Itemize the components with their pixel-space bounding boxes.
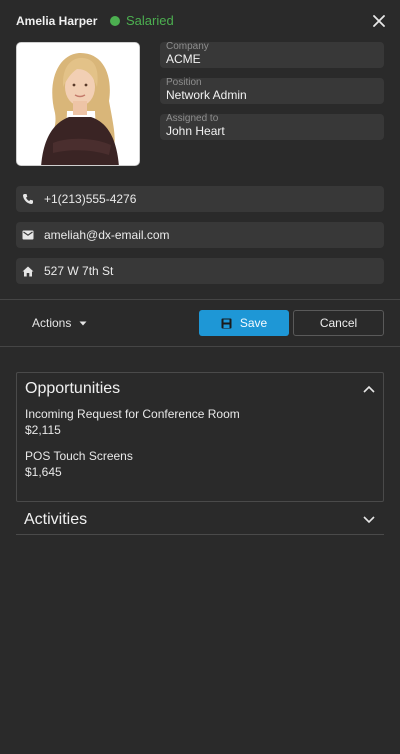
cancel-button[interactable]: Cancel bbox=[293, 310, 384, 336]
status-dot-icon bbox=[110, 15, 120, 26]
toolbar-divider-bottom bbox=[0, 346, 400, 347]
opportunity-item[interactable]: Incoming Request for Conference Room $2,… bbox=[25, 406, 240, 438]
home-icon bbox=[16, 258, 40, 284]
position-field[interactable]: Position Network Admin bbox=[160, 78, 384, 104]
position-label: Position bbox=[166, 77, 202, 88]
close-button[interactable] bbox=[370, 12, 388, 30]
status-label: Salaried bbox=[126, 13, 174, 28]
address-value: 527 W 7th St bbox=[44, 264, 114, 278]
employee-name: Amelia Harper bbox=[16, 14, 98, 28]
collapse-opportunities-button[interactable] bbox=[362, 382, 376, 396]
caret-down-icon bbox=[79, 321, 87, 325]
employee-photo bbox=[16, 42, 140, 166]
company-field[interactable]: Company ACME bbox=[160, 42, 384, 68]
activities-title: Activities bbox=[24, 511, 88, 528]
save-button[interactable]: Save bbox=[199, 310, 289, 336]
opportunities-title: Opportunities bbox=[25, 380, 121, 397]
cancel-label: Cancel bbox=[319, 316, 358, 330]
close-icon bbox=[373, 15, 385, 27]
email-icon bbox=[16, 222, 40, 248]
assigned-to-label: Assigned to bbox=[166, 113, 219, 124]
address-field[interactable]: 527 W 7th St bbox=[16, 258, 384, 284]
phone-field[interactable]: +1(213)555-4276 bbox=[16, 186, 384, 212]
opportunity-name: Incoming Request for Conference Room bbox=[25, 407, 240, 421]
person-portrait-icon bbox=[17, 43, 139, 165]
toolbar-divider-top bbox=[0, 299, 400, 300]
actions-label: Actions bbox=[32, 316, 72, 330]
email-value: ameliah@dx-email.com bbox=[44, 228, 170, 242]
save-label: Save bbox=[239, 316, 268, 330]
activities-panel[interactable]: Activities bbox=[16, 506, 384, 535]
assigned-to-field[interactable]: Assigned to John Heart bbox=[160, 114, 384, 140]
company-label: Company bbox=[166, 41, 209, 52]
status-badge: Salaried bbox=[110, 13, 174, 28]
expand-activities-button[interactable] bbox=[362, 513, 376, 527]
opportunity-amount: $1,645 bbox=[25, 465, 62, 479]
phone-icon bbox=[16, 186, 40, 212]
opportunity-name: POS Touch Screens bbox=[25, 449, 133, 463]
form-header: Amelia Harper Salaried bbox=[0, 0, 400, 40]
floppy-disk-icon bbox=[221, 318, 232, 329]
chevron-up-icon bbox=[363, 385, 375, 393]
opportunity-amount: $2,115 bbox=[25, 423, 61, 437]
company-value: ACME bbox=[166, 52, 201, 66]
opportunities-panel: Opportunities Incoming Request for Confe… bbox=[16, 372, 384, 502]
position-value: Network Admin bbox=[166, 88, 247, 102]
actions-dropdown[interactable]: Actions bbox=[32, 316, 87, 330]
assigned-to-value: John Heart bbox=[166, 124, 225, 138]
email-field[interactable]: ameliah@dx-email.com bbox=[16, 222, 384, 248]
chevron-down-icon bbox=[363, 516, 375, 524]
opportunity-item[interactable]: POS Touch Screens $1,645 bbox=[25, 448, 133, 480]
phone-value: +1(213)555-4276 bbox=[44, 192, 137, 206]
